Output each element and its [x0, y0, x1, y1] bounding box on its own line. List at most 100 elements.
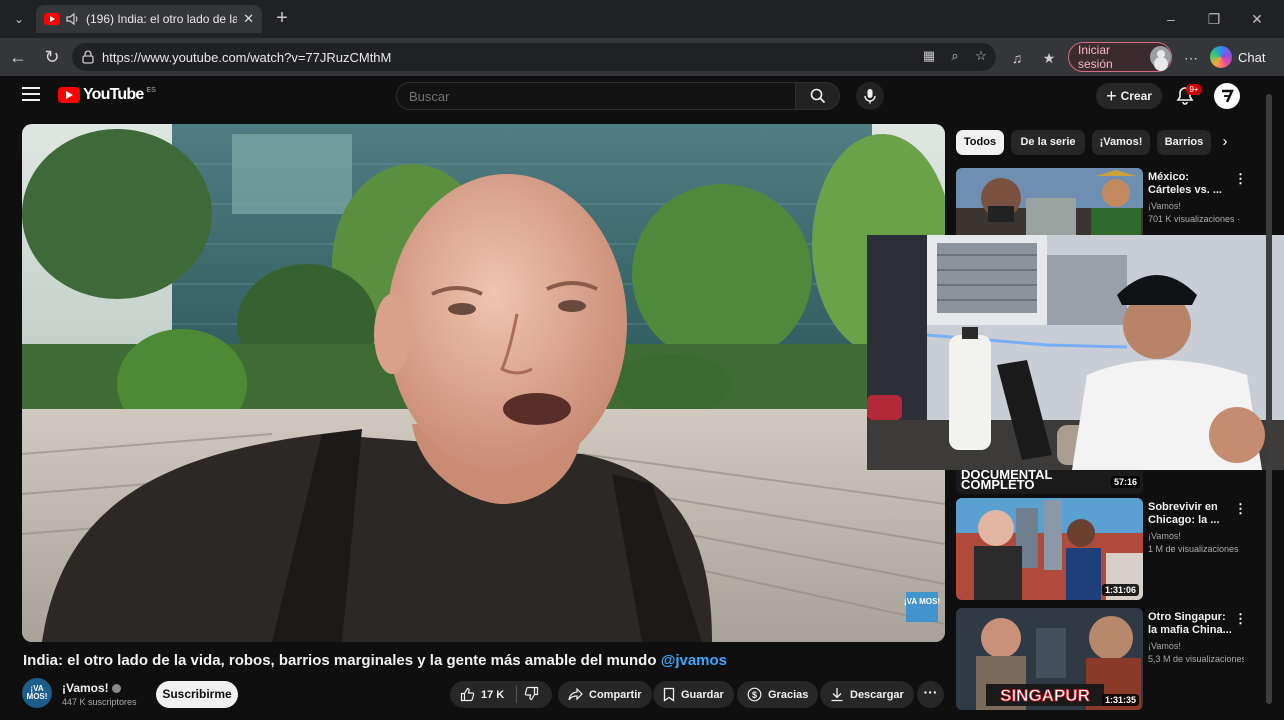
page-scrollbar[interactable]: [1264, 84, 1274, 714]
speaker-icon[interactable]: [66, 12, 80, 26]
chip-todos[interactable]: Todos: [956, 130, 1004, 155]
rec-more-icon[interactable]: ⋮: [1234, 611, 1247, 627]
chip-barrios[interactable]: Barrios: [1157, 130, 1211, 155]
channel-row: ¡VA MOS! ¡Vamos! 447 K suscriptores Susc…: [22, 678, 945, 712]
close-window-icon[interactable]: ✕: [1246, 8, 1268, 30]
rec-caption-line2: COMPLETO: [961, 477, 1035, 492]
minimize-icon[interactable]: –: [1160, 8, 1182, 30]
like-count: 17 K: [481, 688, 505, 701]
signin-button[interactable]: Iniciar sesión: [1068, 42, 1172, 72]
tab-youtube[interactable]: (196) India: el otro lado de la v ✕: [36, 5, 262, 33]
channel-name[interactable]: ¡Vamos!: [62, 681, 121, 695]
filter-chips: Todos De la serie ¡Vamos! Barrios ›: [956, 130, 1256, 156]
download-button[interactable]: Descargar: [820, 681, 914, 708]
like-button[interactable]: 17 K: [460, 681, 504, 708]
video-player[interactable]: ¡VA MOS!: [22, 124, 945, 642]
search-icon: [810, 88, 825, 104]
rec-channel[interactable]: ¡Vamos!: [1148, 201, 1181, 211]
chip-de-la-serie[interactable]: De la serie: [1011, 130, 1085, 155]
bookmark-icon: [663, 687, 675, 702]
share-button[interactable]: Compartir: [558, 681, 652, 708]
rec-thumbnail[interactable]: 1:31:06: [956, 498, 1143, 600]
save-label: Guardar: [681, 688, 724, 701]
thanks-label: Gracias: [768, 688, 809, 701]
recommendation-item[interactable]: SINGAPUR 1:31:35 Otro Singapur: la mafia…: [956, 608, 1247, 710]
subscribe-button[interactable]: Suscribirme: [156, 681, 238, 708]
subscriber-count: 447 K suscriptores: [62, 697, 137, 707]
rec-views: 701 K visualizaciones ·: [1148, 214, 1241, 224]
tab-strip: ⌄ (196) India: el otro lado de la v ✕ + …: [0, 0, 1284, 38]
channel-avatar[interactable]: ¡VA MOS!: [22, 678, 52, 708]
user-avatar[interactable]: [1214, 83, 1240, 109]
copilot-chat-button[interactable]: Chat: [1210, 42, 1278, 72]
thanks-dollar-icon: $: [747, 687, 762, 702]
notification-count-badge: 9+: [1186, 84, 1202, 95]
channel-mention-link[interactable]: @jvamos: [661, 652, 727, 669]
rec-title[interactable]: Otro Singapur: la mafia China...: [1148, 611, 1234, 637]
download-icon: [831, 688, 843, 702]
search-input[interactable]: [396, 82, 796, 110]
rec-views: 1 M de visualizaciones: [1148, 544, 1239, 554]
search-box: [396, 82, 842, 110]
rec-views: 5,3 M de visualizaciones: [1148, 654, 1244, 664]
address-bar[interactable]: https://www.youtube.com/watch?v=77JRuzCM…: [72, 43, 996, 71]
youtube-logo[interactable]: YouTube ES: [58, 86, 156, 104]
youtube-play-logo-icon: [58, 87, 80, 103]
share-arrow-icon: [568, 688, 583, 701]
thumbs-down-icon[interactable]: [524, 686, 539, 701]
tab-search-chevron-icon[interactable]: ⌄: [8, 8, 30, 30]
search-button[interactable]: [796, 82, 840, 110]
save-button[interactable]: Guardar: [653, 681, 734, 708]
thumbnail-text: SINGAPUR: [1000, 686, 1090, 705]
tab-close-icon[interactable]: ✕: [243, 11, 254, 27]
voice-search-button[interactable]: [856, 82, 884, 110]
favorite-star-icon[interactable]: ☆: [972, 47, 990, 65]
rec-duration: 57:16: [1111, 476, 1141, 488]
user-avatar-logo-icon: [1222, 89, 1234, 103]
rec-channel[interactable]: ¡Vamos!: [1148, 641, 1181, 651]
channel-name-text: ¡Vamos!: [62, 681, 109, 695]
recommendation-item[interactable]: 1:31:06 Sobrevivir en Chicago: la ... ¡V…: [956, 498, 1247, 600]
youtube-header: YouTube ES + Crear: [0, 76, 1284, 118]
rec-duration: 1:31:06: [1101, 584, 1139, 596]
share-label: Compartir: [589, 688, 642, 701]
copilot-icon: [1210, 46, 1232, 68]
microphone-icon: [864, 89, 876, 104]
thanks-button[interactable]: $ Gracias: [737, 681, 819, 708]
profile-avatar-icon: [1150, 46, 1171, 68]
hamburger-menu-icon[interactable]: [22, 87, 40, 103]
rec-more-icon[interactable]: ⋮: [1234, 501, 1247, 517]
create-button[interactable]: + Crear: [1096, 83, 1162, 109]
scrollbar-thumb[interactable]: [1266, 94, 1272, 704]
favorites-icon[interactable]: ★: [1038, 47, 1060, 69]
media-control-icon[interactable]: ♫: [1006, 47, 1028, 69]
restore-icon[interactable]: ❐: [1203, 8, 1225, 30]
url-text: https://www.youtube.com/watch?v=77JRuzCM…: [102, 49, 392, 65]
back-arrow-icon[interactable]: ←: [6, 45, 30, 69]
browser-window: ⌄ (196) India: el otro lado de la v ✕ + …: [0, 0, 1284, 720]
webcam-feed-image: [867, 235, 1284, 470]
create-label: Crear: [1120, 89, 1152, 103]
rec-channel[interactable]: ¡Vamos!: [1148, 531, 1181, 541]
video-frame-illustration: ¡VA MOS!: [22, 124, 945, 642]
new-tab-plus-icon[interactable]: +: [270, 7, 294, 31]
rec-more-icon[interactable]: ⋮: [1234, 171, 1247, 187]
settings-more-icon[interactable]: ⋯: [1180, 47, 1202, 69]
chip-vamos[interactable]: ¡Vamos!: [1092, 130, 1150, 155]
rec-thumbnail[interactable]: SINGAPUR 1:31:35: [956, 608, 1143, 710]
youtube-favicon-icon: [44, 13, 60, 25]
webcam-overlay: [867, 235, 1284, 470]
site-info-icon[interactable]: [80, 49, 96, 65]
video-watermark: ¡VA MOS!: [904, 597, 940, 606]
video-title-text: India: el otro lado de la vida, robos, b…: [23, 652, 657, 669]
app-available-icon[interactable]: ▦: [920, 47, 938, 65]
thumbs-up-icon: [460, 687, 475, 702]
download-label: Descargar: [850, 688, 904, 701]
more-actions-button[interactable]: ···: [917, 681, 944, 708]
like-dislike-group: 17 K: [450, 681, 552, 708]
rec-title[interactable]: México: Cárteles vs. ...: [1148, 171, 1234, 197]
zoom-icon[interactable]: ⌕: [946, 47, 964, 65]
rec-title[interactable]: Sobrevivir en Chicago: la ...: [1148, 501, 1234, 527]
reload-icon[interactable]: ↻: [40, 45, 64, 69]
chevron-right-icon[interactable]: ›: [1216, 133, 1234, 151]
